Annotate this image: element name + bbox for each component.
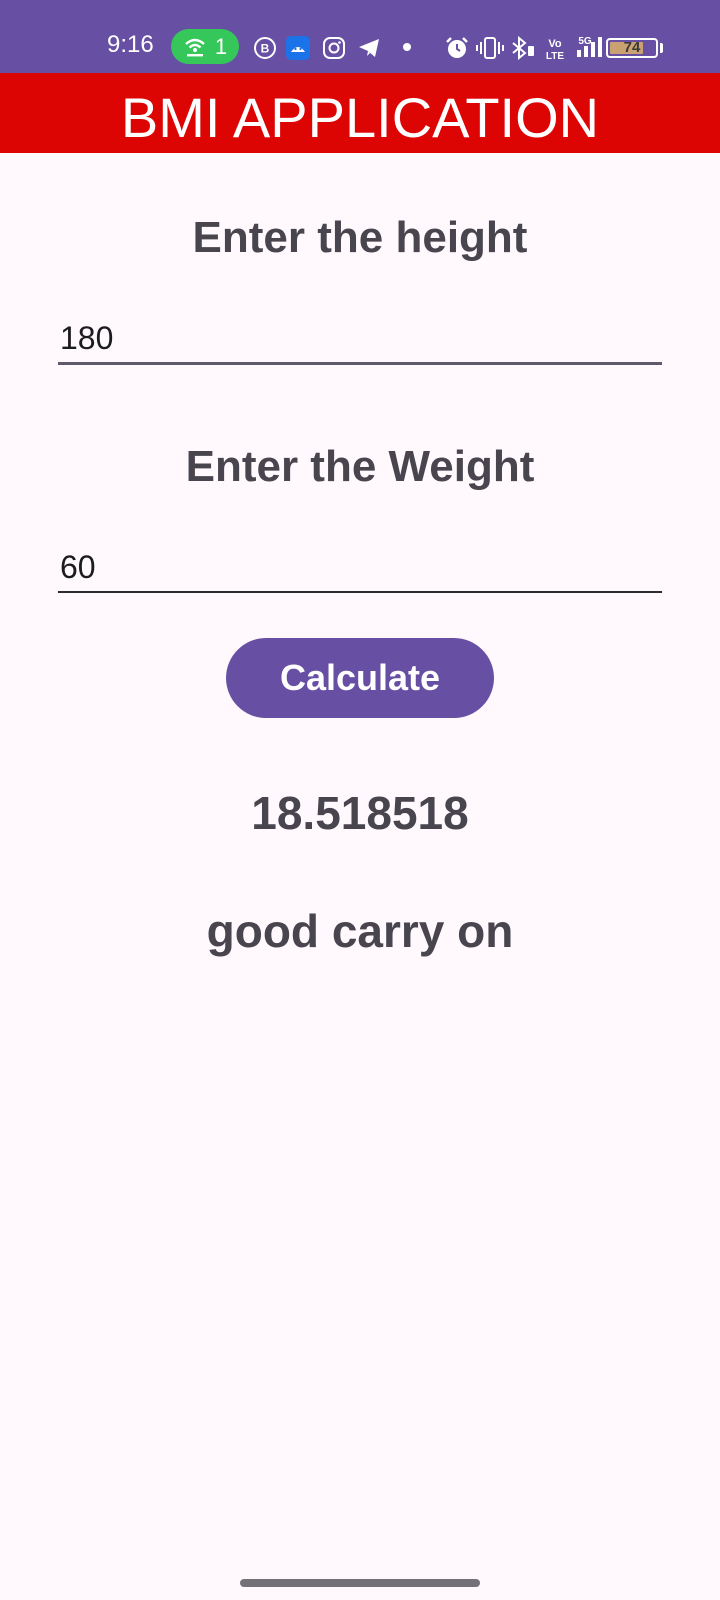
instagram-icon [323,37,345,59]
android-app-icon [286,36,310,60]
bmi-result-value: 18.518518 [251,787,469,839]
alarm-icon [446,37,468,58]
status-bar: 9:16 1 B Vo LTE 5G 74 [0,0,720,73]
bmi-result-message: good carry on [206,905,514,957]
battery-icon: 74 [606,38,658,58]
hotspot-icon [185,38,205,56]
svg-text:B: B [261,42,270,56]
svg-text:Vo: Vo [548,38,562,50]
svg-text:LTE: LTE [546,51,564,62]
weight-label: Enter the Weight [185,442,535,491]
battery-tip [660,43,663,53]
status-time: 9:16 [107,31,154,58]
hotspot-count: 1 [214,33,228,59]
telegram-icon [359,39,379,57]
volte-icon: Vo LTE [546,38,564,62]
height-label: Enter the height [192,213,528,262]
hotspot-indicator[interactable]: 1 [171,29,239,64]
app-header: BMI APPLICATION [0,73,720,153]
notification-dot-icon [403,43,411,51]
gesture-navigation-bar[interactable] [240,1579,480,1587]
business-chat-icon: B [254,37,276,59]
battery-level: 74 [623,39,641,56]
bluetooth-icon [512,36,534,60]
calculate-button[interactable]: Calculate [226,638,494,718]
svg-text:5G: 5G [578,36,592,47]
vibrate-icon [476,37,504,59]
signal-icon: 5G [577,36,602,57]
height-input[interactable] [58,315,662,365]
app-title: BMI APPLICATION [120,86,600,149]
weight-input[interactable] [58,543,662,593]
